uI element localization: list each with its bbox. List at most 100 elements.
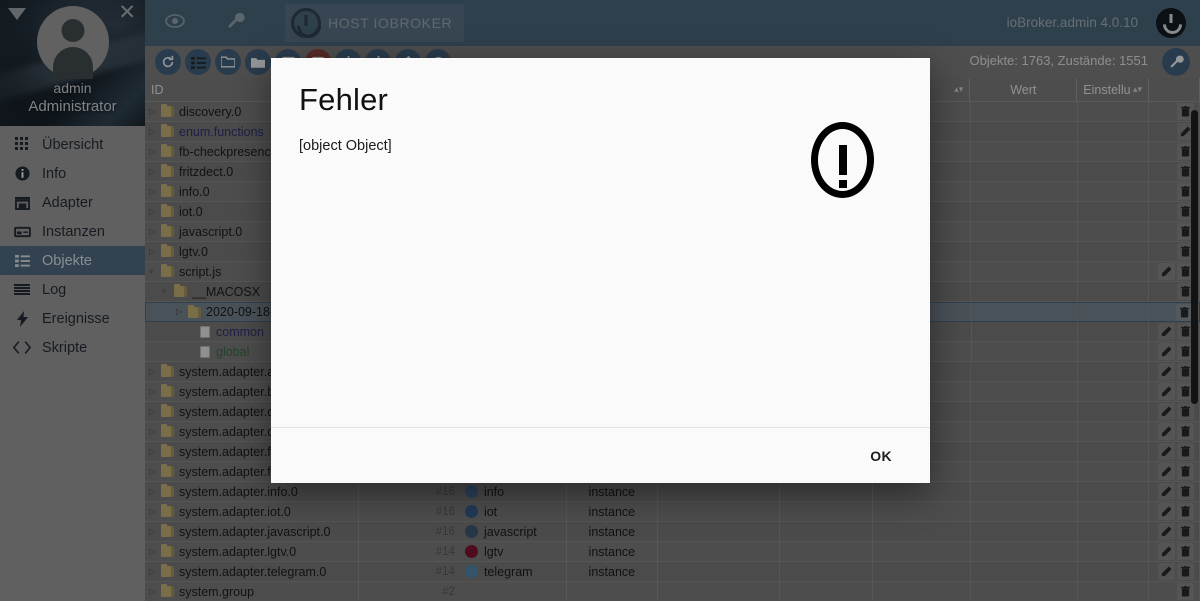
- sidebar-item-instanzen[interactable]: Instanzen: [0, 217, 145, 246]
- cell-wert: [971, 282, 1078, 301]
- folder-icon: [161, 384, 174, 397]
- expander-icon[interactable]: ▿: [149, 267, 161, 276]
- expander-icon[interactable]: ▷: [149, 107, 161, 116]
- column-header-acts[interactable]: [1149, 78, 1200, 101]
- expander-icon[interactable]: ▷: [149, 187, 161, 196]
- delete-button[interactable]: [1177, 523, 1194, 540]
- expander-icon[interactable]: ▷: [149, 127, 161, 136]
- delete-button[interactable]: [1177, 463, 1194, 480]
- table-row[interactable]: ▷ system.group #2: [145, 582, 1200, 601]
- edit-button[interactable]: [1158, 263, 1175, 280]
- table-row[interactable]: ▷ system.adapter.iot.0 #16 iot instance: [145, 502, 1200, 522]
- edit-button[interactable]: [1158, 483, 1175, 500]
- close-icon[interactable]: ✕: [118, 2, 136, 23]
- cell-einst: [1077, 303, 1149, 321]
- table-row[interactable]: ▷ system.adapter.lgtv.0 #14 lgtv instance: [145, 542, 1200, 562]
- edit-button[interactable]: [1158, 423, 1175, 440]
- edit-button[interactable]: [1158, 343, 1175, 360]
- edit-button[interactable]: [1158, 523, 1175, 540]
- expander-icon[interactable]: ▷: [149, 567, 161, 576]
- expander-icon[interactable]: ▷: [149, 227, 161, 236]
- column-header-einst[interactable]: Einstellu ▴▾: [1077, 78, 1150, 101]
- collapse-all-button[interactable]: [245, 49, 271, 75]
- table-row[interactable]: ▷ system.adapter.info.0 #16 info instance: [145, 482, 1200, 502]
- ok-button[interactable]: OK: [856, 440, 906, 472]
- edit-button[interactable]: [1158, 563, 1175, 580]
- delete-button[interactable]: [1177, 483, 1194, 500]
- host-button-label: HOST IOBROKER: [328, 15, 453, 31]
- expander-icon[interactable]: ▷: [149, 547, 161, 556]
- sidebar-item-objekte[interactable]: Objekte: [0, 246, 145, 275]
- expander-icon[interactable]: ▷: [149, 147, 161, 156]
- expander-icon[interactable]: ▷: [149, 587, 161, 596]
- expander-icon[interactable]: ▷: [149, 367, 161, 376]
- cell-einst: [1078, 242, 1150, 261]
- collapse-triangle-icon[interactable]: [8, 8, 26, 20]
- list-button[interactable]: [185, 49, 211, 75]
- edit-button[interactable]: [1158, 363, 1175, 380]
- cell-wert: [971, 502, 1078, 521]
- object-id-label: system.adapter.fb-: [179, 444, 282, 459]
- edit-button[interactable]: [1158, 443, 1175, 460]
- cell-id[interactable]: ▷ system.adapter.iot.0: [145, 502, 359, 521]
- expander-icon[interactable]: ▷: [149, 427, 161, 436]
- vertical-scrollbar[interactable]: [1191, 110, 1198, 404]
- wrench-icon[interactable]: [225, 11, 245, 36]
- power-button[interactable]: [1156, 8, 1186, 38]
- expander-icon[interactable]: ▷: [149, 487, 161, 496]
- expander-icon[interactable]: ▷: [149, 527, 161, 536]
- toolbar-settings-button[interactable]: [1162, 48, 1190, 76]
- expander-icon[interactable]: ▷: [176, 308, 188, 316]
- folder-icon: [161, 504, 174, 517]
- delete-button[interactable]: [1177, 543, 1194, 560]
- folder-icon: [161, 524, 174, 537]
- adapter-name: javascript: [483, 524, 537, 539]
- refresh-button[interactable]: [155, 49, 181, 75]
- expander-icon[interactable]: ▷: [149, 387, 161, 396]
- delete-button[interactable]: [1177, 443, 1194, 460]
- expander-icon[interactable]: ▷: [149, 507, 161, 516]
- host-button[interactable]: HOST IOBROKER: [285, 4, 465, 42]
- edit-button[interactable]: [1158, 463, 1175, 480]
- adapter-icon: [464, 485, 478, 498]
- delete-button[interactable]: [1177, 423, 1194, 440]
- edit-button[interactable]: [1158, 403, 1175, 420]
- delete-button[interactable]: [1177, 403, 1194, 420]
- sidebar-item-log[interactable]: Log: [0, 275, 145, 304]
- edit-button[interactable]: [1158, 543, 1175, 560]
- delete-button[interactable]: [1177, 563, 1194, 580]
- delete-button[interactable]: [1177, 583, 1194, 600]
- table-row[interactable]: ▷ system.adapter.telegram.0 #14 telegram ins…: [145, 562, 1200, 582]
- sidebar-item--bersicht[interactable]: Übersicht: [0, 130, 145, 159]
- sidebar-item-adapter[interactable]: Adapter: [0, 188, 145, 217]
- cell-id[interactable]: ▷ system.adapter.telegram.0: [145, 562, 359, 581]
- expander-icon[interactable]: ▷: [149, 247, 161, 256]
- sidebar-item-info[interactable]: Info: [0, 159, 145, 188]
- edit-button[interactable]: [1158, 383, 1175, 400]
- expand-all-button[interactable]: [215, 49, 241, 75]
- sort-arrow-icon[interactable]: ▴▾: [954, 85, 963, 94]
- expander-icon[interactable]: ▷: [149, 207, 161, 216]
- expander-icon[interactable]: ▷: [149, 407, 161, 416]
- cell-id[interactable]: ▷ system.group: [145, 582, 359, 601]
- cell-actions: [1149, 442, 1200, 461]
- cell-role: [658, 482, 780, 501]
- expander-icon[interactable]: ▿: [162, 287, 174, 296]
- cell-id[interactable]: ▷ system.adapter.info.0: [145, 482, 359, 501]
- expander-icon[interactable]: ▷: [149, 447, 161, 456]
- delete-button[interactable]: [1177, 503, 1194, 520]
- sort-arrow-icon[interactable]: ▴▾: [1133, 85, 1142, 94]
- edit-button[interactable]: [1158, 323, 1175, 340]
- sidebar-item-skripte[interactable]: Skripte: [0, 333, 145, 362]
- table-row[interactable]: ▷ system.adapter.javascript.0 #16 javascrip…: [145, 522, 1200, 542]
- edit-button[interactable]: [1158, 503, 1175, 520]
- cell-einst: [1078, 142, 1150, 161]
- sidebar-item-ereignisse[interactable]: Ereignisse: [0, 304, 145, 333]
- eye-icon[interactable]: [165, 13, 185, 33]
- cell-einst: [1078, 262, 1150, 281]
- cell-id[interactable]: ▷ system.adapter.lgtv.0: [145, 542, 359, 561]
- column-header-wert[interactable]: Wert: [970, 78, 1078, 101]
- expander-icon[interactable]: ▷: [149, 167, 161, 176]
- expander-icon[interactable]: ▷: [149, 467, 161, 476]
- cell-id[interactable]: ▷ system.adapter.javascript.0: [145, 522, 359, 541]
